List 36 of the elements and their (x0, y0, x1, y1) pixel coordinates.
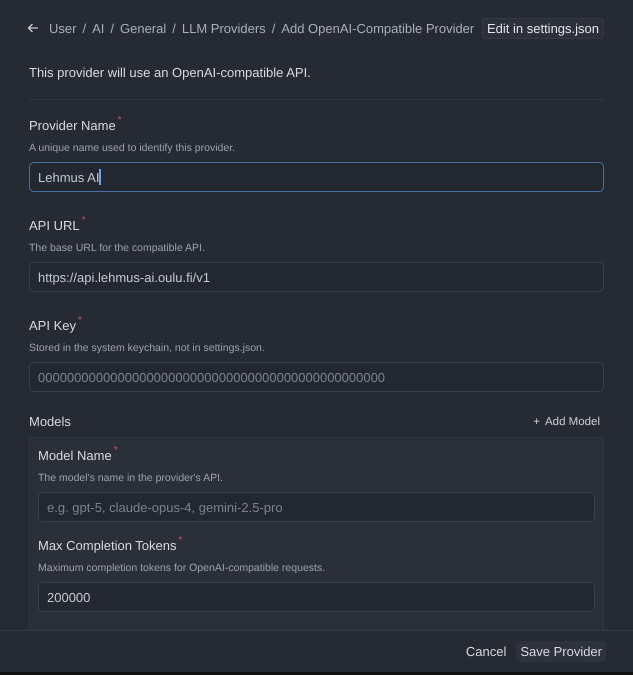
breadcrumb-separator: / (272, 20, 276, 36)
field-label: API URL (29, 218, 80, 233)
required-mark: * (82, 215, 86, 226)
breadcrumb-separator: / (172, 20, 176, 36)
cancel-button[interactable]: Cancel (462, 641, 510, 662)
breadcrumb-separator: / (110, 20, 114, 36)
intro-text: This provider will use an OpenAI-compatible API. (29, 56, 604, 100)
field-label: Model Name (38, 448, 112, 463)
field-description: Maximum completion tokens for OpenAI-compatible requests. (38, 562, 326, 574)
breadcrumb-link[interactable]: Add OpenAI-Compatible Provider (281, 20, 474, 36)
field-description: The model's name in the provider's API. (38, 472, 224, 484)
breadcrumb-link[interactable]: AI (92, 20, 104, 36)
required-mark: * (118, 115, 122, 126)
field-label: Provider Name (29, 118, 116, 133)
back-arrow-icon[interactable] (27, 22, 39, 34)
field-label: Max Completion Tokens (38, 538, 176, 553)
required-mark: * (114, 445, 118, 456)
input-field[interactable]: e.g. gpt-5, claude-opus-4, gemini-2.5-pro (38, 492, 595, 522)
edit-in-settings-button[interactable]: Edit in settings.json (482, 18, 604, 38)
input-field[interactable]: Lehmus AI (29, 162, 604, 192)
required-mark: * (78, 315, 82, 326)
save-provider-button[interactable]: Save Provider (516, 641, 606, 662)
required-mark: * (178, 535, 182, 546)
breadcrumb-link[interactable]: LLM Providers (182, 20, 266, 36)
breadcrumb-separator: / (82, 20, 86, 36)
field-description: Stored in the system keychain, not in settings.json. (29, 342, 266, 354)
breadcrumb-link[interactable]: General (120, 20, 166, 36)
breadcrumb-link[interactable]: User (49, 20, 76, 36)
field-description: The base URL for the compatible API. (29, 242, 206, 254)
input-field[interactable]: https://api.lehmus-ai.oulu.fi/v1 (29, 262, 604, 292)
field-label: API Key (29, 318, 76, 333)
add-model-button[interactable]: + Add Model (529, 416, 604, 428)
input-field[interactable]: 200000 (38, 582, 595, 612)
section-title: Models (29, 414, 71, 429)
field-description: A unique name used to identify this provider. (29, 142, 236, 154)
input-field[interactable]: 000000000000000000000000000000000000000000000000 (29, 362, 604, 392)
